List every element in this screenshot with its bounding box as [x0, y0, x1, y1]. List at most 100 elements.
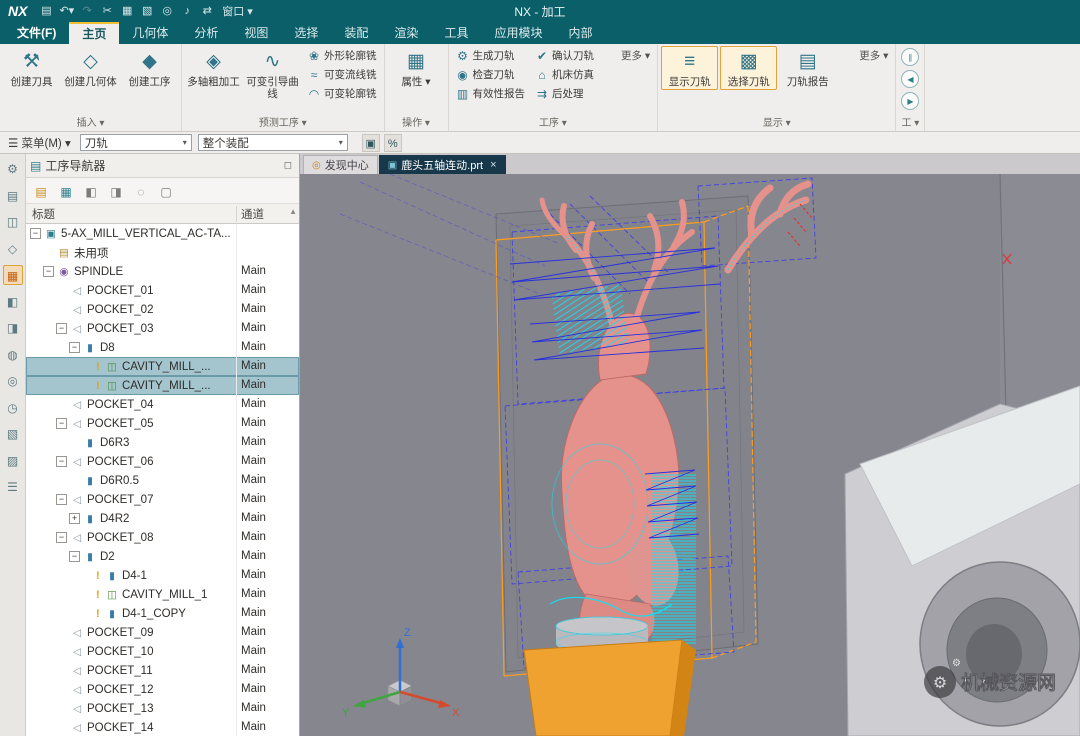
microphone-icon[interactable]: ♪	[178, 0, 196, 22]
generate-toolpath-button[interactable]: ⚙生成刀轨	[452, 46, 530, 65]
method-view-icon[interactable]: ◨	[105, 181, 127, 201]
machine-tool-navigator-icon[interactable]: ◧	[3, 292, 23, 312]
command-finder-icon[interactable]: ◎	[158, 0, 176, 22]
tree-row[interactable]: ◁POCKET_12Main	[26, 680, 299, 699]
tree-row[interactable]: !◫CAVITY_MILL_1Main	[26, 585, 299, 604]
menu-tab-视图[interactable]: 视图	[231, 22, 281, 44]
tree-row[interactable]: −◁POCKET_05Main	[26, 414, 299, 433]
ribbon-group-label-display[interactable]: 显示 ▾	[661, 117, 892, 131]
step-forward-button[interactable]: ▶	[901, 92, 919, 110]
verify-toolpath-button[interactable]: ◉检查刀轨	[452, 65, 530, 84]
tree-expander[interactable]: −	[56, 323, 67, 334]
selection-filter-icon[interactable]: %	[384, 134, 402, 152]
export-list-icon[interactable]: ▢	[155, 181, 177, 201]
program-order-view-icon[interactable]: ▤	[30, 181, 52, 201]
multi-axis-rough-button[interactable]: ◈多轴粗加工	[185, 46, 242, 90]
menu-tab-几何体[interactable]: 几何体	[119, 22, 181, 44]
menu-tab-应用模块[interactable]: 应用模块	[481, 22, 555, 44]
tree-expander[interactable]: −	[56, 494, 67, 505]
web-browser-icon[interactable]: ◎	[3, 371, 23, 391]
redo-icon[interactable]: ↷	[78, 0, 96, 22]
menu-tab-分析[interactable]: 分析	[181, 22, 231, 44]
menu-tab-主页[interactable]: 主页	[69, 22, 119, 44]
tree-row[interactable]: ▮D6R0.5Main	[26, 471, 299, 490]
toolpath-report-button[interactable]: ▤刀轨报告	[779, 46, 836, 90]
tree-row[interactable]: ▤未用项	[26, 243, 299, 262]
history-icon[interactable]: ◷	[3, 398, 23, 418]
part-navigator-icon[interactable]: ◇	[3, 239, 23, 259]
tree-expander[interactable]: −	[69, 342, 80, 353]
operation-navigator-icon[interactable]: ▦	[3, 265, 23, 285]
tree-row[interactable]: ◁POCKET_02Main	[26, 300, 299, 319]
variable-guide-curve-button[interactable]: ∿可变引导曲线	[244, 46, 301, 102]
contour-profile-mill-button[interactable]: ❀外形轮廓铣	[303, 46, 381, 65]
copy-icon[interactable]: ▦	[118, 0, 136, 22]
tree-expander[interactable]: −	[69, 551, 80, 562]
machine-simulation-button[interactable]: ⌂机床仿真	[531, 65, 598, 84]
ribbon-group-label-operation[interactable]: 工序 ▾	[452, 117, 655, 131]
assembly-navigator-icon[interactable]: ▤	[3, 186, 23, 206]
machine-tool-view-icon[interactable]: ▦	[55, 181, 77, 201]
tree-row[interactable]: ◁POCKET_13Main	[26, 699, 299, 718]
variable-streamline-mill-button[interactable]: ≈可变流线铣	[303, 65, 381, 84]
tree-row[interactable]: !◫CAVITY_MILL_...Main	[26, 376, 299, 395]
undo-icon[interactable]: ↶▾	[57, 0, 76, 22]
find-object-icon[interactable]: ◌	[130, 181, 152, 201]
menu-tab-选择[interactable]: 选择	[281, 22, 331, 44]
tree-row[interactable]: !▮D4-1_COPYMain	[26, 604, 299, 623]
tree-row[interactable]: −▮D8Main	[26, 338, 299, 357]
tree-row[interactable]: ◁POCKET_14Main	[26, 718, 299, 736]
menu-button[interactable]: ☰ 菜单(M) ▾	[5, 135, 74, 151]
tab-close-button[interactable]: ×	[487, 159, 496, 171]
graphics-window[interactable]: Z X Y ⚙ ⚙ 机械资源网	[300, 174, 1080, 736]
more-operation-button[interactable]: 更多 ▾	[600, 46, 654, 65]
create-tool-button[interactable]: ⚒创建刀具	[3, 46, 60, 90]
create-operation-button[interactable]: ◆创建工序	[121, 46, 178, 90]
menu-tab-内部[interactable]: 内部	[555, 22, 605, 44]
confirm-toolpath-button[interactable]: ✔确认刀轨	[531, 46, 598, 65]
tab-discovery-center[interactable]: ◎发现中心	[303, 155, 378, 174]
tree-expander[interactable]: −	[43, 266, 54, 277]
pause-button[interactable]: ∥	[901, 48, 919, 66]
manufacturing-wizards-icon[interactable]: ▨	[3, 451, 23, 471]
tree-row[interactable]: −◁POCKET_06Main	[26, 452, 299, 471]
tree-row[interactable]: +▮D4R2Main	[26, 509, 299, 528]
tree-row[interactable]: −◁POCKET_03Main	[26, 319, 299, 338]
menu-tab-文件(F)[interactable]: 文件(F)	[4, 22, 69, 44]
touch-mode-icon[interactable]: ⇄	[198, 0, 216, 22]
tree-row[interactable]: !◫CAVITY_MILL_...Main	[26, 357, 299, 376]
cut-icon[interactable]: ✂	[98, 0, 116, 22]
ribbon-group-label-simulation-control[interactable]: 工 ▾	[899, 117, 921, 131]
scope-filter-combo[interactable]: 整个装配▾	[198, 134, 348, 151]
system-scenes-icon[interactable]: ☰	[3, 477, 23, 497]
roles-icon[interactable]: ⚙	[3, 159, 23, 179]
viewport-canvas[interactable]: Z X Y ⚙ ⚙ 机械资源网	[300, 174, 1080, 736]
save-icon[interactable]: ▤	[37, 0, 55, 22]
properties-button[interactable]: ▦属性 ▾	[388, 46, 445, 90]
window-menu-button[interactable]: 窗口 ▾	[222, 3, 253, 19]
tab-part-file[interactable]: ▣鹿头五轴连动.prt×	[379, 155, 506, 174]
constraint-navigator-icon[interactable]: ◫	[3, 212, 23, 232]
hd3d-tools-icon[interactable]: ◍	[3, 345, 23, 365]
validity-report-button[interactable]: ▥有效性报告	[452, 84, 530, 103]
tree-expander[interactable]: −	[30, 228, 41, 239]
snap-point-icon[interactable]: ▣	[362, 134, 380, 152]
tree-row[interactable]: −▮D2Main	[26, 547, 299, 566]
tree-row[interactable]: −◁POCKET_08Main	[26, 528, 299, 547]
step-back-button[interactable]: ◀	[901, 70, 919, 88]
tree-scroll-up[interactable]: ▲	[289, 207, 297, 216]
paste-icon[interactable]: ▧	[138, 0, 156, 22]
column-header-title[interactable]: 标题	[26, 206, 237, 222]
show-toolpath-button[interactable]: ≡显示刀轨	[661, 46, 718, 90]
tree-row[interactable]: !▮D4-1Main	[26, 566, 299, 585]
select-toolpath-button[interactable]: ▩选择刀轨	[720, 46, 777, 90]
ribbon-group-label-insert[interactable]: 插入 ▾	[3, 117, 178, 131]
tree-row[interactable]: ◁POCKET_09Main	[26, 623, 299, 642]
more-display-button[interactable]: 更多 ▾	[838, 46, 892, 65]
menu-tab-装配[interactable]: 装配	[331, 22, 381, 44]
tree-expander[interactable]: −	[56, 532, 67, 543]
tree-row[interactable]: ◁POCKET_10Main	[26, 642, 299, 661]
ribbon-group-label-operation-misc[interactable]: 操作 ▾	[388, 117, 445, 131]
tree-expander[interactable]: +	[69, 513, 80, 524]
post-process-button[interactable]: ⇉后处理	[531, 84, 598, 103]
